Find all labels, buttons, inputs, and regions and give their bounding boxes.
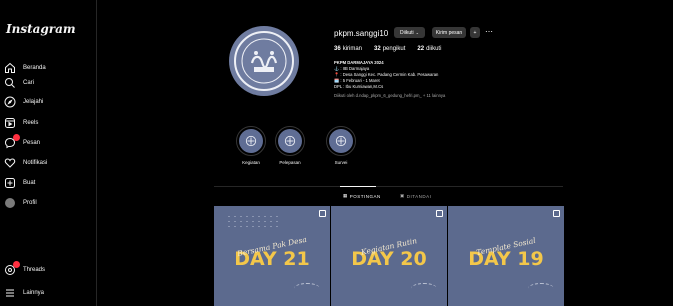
multiple-posts-icon (436, 210, 443, 217)
menu-icon (4, 287, 16, 299)
post-thumbnail[interactable]: DAY 20 Kegiatan Rutin (331, 206, 447, 306)
highlight-label: Survei (334, 160, 348, 165)
profile-avatar-icon (4, 197, 16, 209)
sidebar-item-label: Notifikasi (23, 160, 48, 166)
followed-by-text[interactable]: Diikuti oleh d.ndap_pkpm_6_gedung_hefri.… (334, 93, 554, 99)
following-button[interactable]: Diikuti ⌄ (394, 27, 425, 38)
bio-line: DPL : Ibu Kurniawan,M.Cs (334, 84, 384, 89)
add-user-icon: + (473, 29, 477, 36)
explore-icon (4, 96, 16, 108)
pkpm-logo-icon (234, 31, 294, 91)
squiggle-decoration (528, 283, 554, 294)
highlight-cover-icon (284, 135, 296, 147)
chevron-down-icon: ⌄ (415, 30, 419, 35)
create-icon (4, 177, 16, 189)
highlight-survei[interactable]: Survei (319, 126, 363, 165)
highlight-pelepasan[interactable]: Pelepasan (268, 126, 312, 165)
sidebar-item-label: Threads (23, 267, 46, 273)
notification-badge (13, 261, 20, 268)
following-stat[interactable]: 22 diikuti (417, 46, 441, 52)
search-icon (4, 77, 16, 89)
sidebar-item-buat[interactable]: Buat (4, 174, 92, 192)
add-user-button[interactable]: + (470, 27, 480, 38)
tab-tagged[interactable]: ▣ DITANDAI (400, 193, 431, 199)
home-icon (4, 62, 16, 74)
sidebar-item-label: Jelajahi (23, 99, 44, 105)
tab-posts[interactable]: ▦ POSTINGAN (343, 193, 381, 199)
sidebar-item-profil[interactable]: Profil (4, 194, 92, 212)
grid-icon: ▦ (343, 193, 348, 198)
sidebar-item-threads[interactable]: Threads (4, 261, 92, 279)
sidebar-item-notifikasi[interactable]: Notifikasi (4, 154, 92, 172)
sidebar-item-label: Beranda (23, 65, 46, 71)
dots-decoration (226, 214, 281, 228)
sidebar-item-label: Cari (23, 80, 35, 86)
sidebar-item-pesan[interactable]: Pesan (4, 134, 92, 152)
sidebar-item-label: Buat (23, 180, 36, 186)
sidebar-item-lainnya[interactable]: Lainnya (4, 284, 92, 302)
multiple-posts-icon (553, 210, 560, 217)
highlight-cover-icon (335, 135, 347, 147)
highlight-kegiatan[interactable]: Kegiatan (229, 126, 273, 165)
post-thumbnail[interactable]: DAY 19 Template Sosial (448, 206, 564, 306)
sidebar-item-label: Profil (23, 200, 37, 206)
sidebar: Instagram Beranda Cari Jelajahi Reels Pe… (0, 0, 97, 306)
squiggle-decoration (411, 283, 437, 294)
multiple-posts-icon (319, 210, 326, 217)
sidebar-item-label: Pesan (23, 140, 41, 146)
instagram-logo[interactable]: Instagram (6, 22, 76, 36)
post-thumbnail[interactable]: DAY 21 Bersama Pak Desa (214, 206, 330, 306)
posts-stat[interactable]: 36 kiriman (334, 46, 362, 52)
sidebar-item-jelajahi[interactable]: Jelajahi (4, 93, 92, 111)
reels-icon (4, 117, 16, 129)
highlight-label: Pelepasan (279, 160, 301, 165)
threads-icon (4, 261, 20, 276)
active-tab-indicator (340, 186, 376, 187)
profile-username: pkpm.sanggi10 (334, 29, 389, 38)
profile-picture[interactable] (229, 26, 299, 96)
profile-main: pkpm.sanggi10 Diikuti ⌄ Kirim pesan + ⋯ … (97, 0, 673, 306)
following-button-label: Diikuti (400, 29, 414, 36)
highlight-label: Kegiatan (242, 160, 260, 165)
heart-icon (4, 157, 16, 169)
sidebar-item-label: Lainnya (23, 290, 45, 296)
squiggle-decoration (294, 283, 320, 294)
followers-stat[interactable]: 32 pengikut (374, 46, 405, 52)
messenger-icon (4, 134, 20, 149)
notification-badge (13, 134, 20, 141)
message-button[interactable]: Kirim pesan (432, 27, 466, 38)
sidebar-item-label: Reels (23, 120, 39, 126)
highlight-cover-icon (245, 135, 257, 147)
tagged-icon: ▣ (400, 193, 405, 198)
sidebar-item-reels[interactable]: Reels (4, 114, 92, 132)
tabs-divider (214, 186, 563, 187)
profile-bio: PKPM DARMAJAYA 2024 ⚓ : IIB Darmajaya 📍 … (334, 60, 554, 99)
more-options-icon[interactable]: ⋯ (485, 27, 494, 36)
sidebar-item-cari[interactable]: Cari (4, 74, 92, 92)
profile-stats: 36 kiriman 32 pengikut 22 diikuti (334, 46, 441, 52)
